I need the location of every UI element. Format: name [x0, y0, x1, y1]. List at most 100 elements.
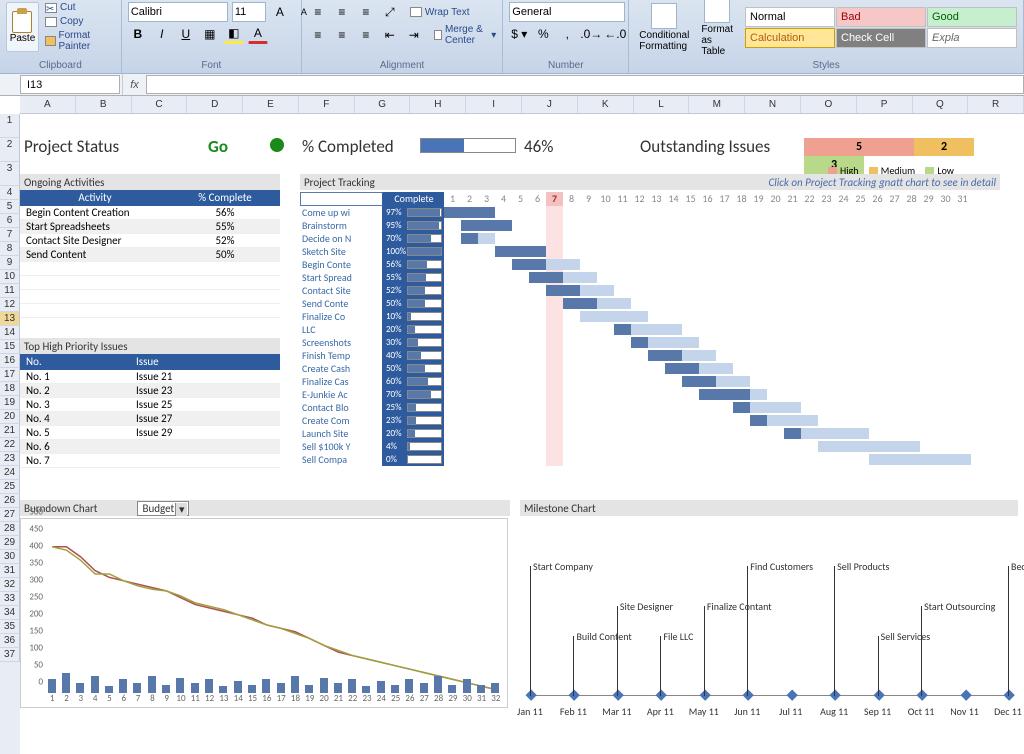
style-check-cell[interactable]: Check Cell: [836, 28, 926, 48]
dec-decimal-button[interactable]: ←.0: [605, 24, 625, 44]
font-size-input[interactable]: [232, 2, 266, 22]
gantt-row[interactable]: E-Junkie Ac70%: [300, 388, 1000, 401]
row-header[interactable]: 13: [0, 312, 20, 326]
gantt-row[interactable]: Come up wi97%: [300, 206, 1000, 219]
row-header[interactable]: 1: [0, 114, 20, 138]
row-header[interactable]: 23: [0, 452, 20, 466]
row-header[interactable]: 10: [0, 270, 20, 284]
formula-input[interactable]: [146, 75, 1024, 94]
row-header[interactable]: 18: [0, 382, 20, 396]
italic-button[interactable]: I: [152, 24, 172, 44]
col-header[interactable]: Q: [913, 96, 969, 113]
style-bad[interactable]: Bad: [836, 7, 926, 27]
burndown-chart[interactable]: 050100150200250300350400450500 123456789…: [20, 518, 508, 708]
format-painter-button[interactable]: Format Painter: [45, 30, 115, 52]
table-row[interactable]: Contact Site Designer52%: [20, 234, 280, 248]
row-header[interactable]: 28: [0, 522, 20, 536]
col-header[interactable]: M: [689, 96, 745, 113]
gantt-row[interactable]: Create Com23%: [300, 414, 1000, 427]
col-header[interactable]: N: [745, 96, 801, 113]
col-header[interactable]: B: [76, 96, 132, 113]
col-header[interactable]: E: [243, 96, 299, 113]
inc-decimal-button[interactable]: .0→: [581, 24, 601, 44]
gantt-row[interactable]: Start Spread55%: [300, 271, 1000, 284]
gantt-row[interactable]: Finalize Co10%: [300, 310, 1000, 323]
number-format-input[interactable]: [509, 2, 625, 22]
row-header[interactable]: 3: [0, 162, 20, 186]
style-good[interactable]: Good: [927, 7, 1017, 27]
row-header[interactable]: 25: [0, 480, 20, 494]
align-middle-button[interactable]: ≡: [332, 2, 352, 22]
gantt-row[interactable]: Finish Temp40%: [300, 349, 1000, 362]
worksheet[interactable]: ABCDEFGHIJKLMNOPQR 123456789101112131415…: [0, 96, 1024, 114]
col-header[interactable]: J: [522, 96, 578, 113]
align-left-button[interactable]: ≡: [308, 25, 328, 45]
table-row[interactable]: No. 3Issue 25: [20, 398, 280, 412]
gantt-row[interactable]: Create Cash50%: [300, 362, 1000, 375]
font-name-input[interactable]: [128, 2, 228, 22]
name-box[interactable]: I13: [20, 75, 120, 94]
merge-center-button[interactable]: Merge & Center ▾: [434, 24, 496, 46]
row-header[interactable]: 16: [0, 354, 20, 368]
row-header[interactable]: 36: [0, 634, 20, 648]
col-header[interactable]: A: [20, 96, 76, 113]
table-row[interactable]: Start Spreadsheets55%: [20, 220, 280, 234]
row-header[interactable]: 4: [0, 186, 20, 200]
row-header[interactable]: 20: [0, 410, 20, 424]
currency-button[interactable]: $ ▾: [509, 24, 529, 44]
row-header[interactable]: 21: [0, 424, 20, 438]
table-row[interactable]: No. 7: [20, 454, 280, 468]
milestone-chart[interactable]: Jan 11Feb 11Mar 11Apr 11May 11Jun 11Jul …: [520, 516, 1018, 724]
row-header[interactable]: 29: [0, 536, 20, 550]
align-bottom-button[interactable]: ≡: [356, 2, 376, 22]
copy-button[interactable]: Copy: [45, 16, 115, 27]
orientation-button[interactable]: ⤢: [380, 2, 400, 22]
col-header[interactable]: L: [634, 96, 690, 113]
underline-button[interactable]: U: [176, 24, 196, 44]
bold-button[interactable]: B: [128, 24, 148, 44]
col-header[interactable]: C: [132, 96, 188, 113]
col-header[interactable]: G: [355, 96, 411, 113]
row-header[interactable]: 27: [0, 508, 20, 522]
gantt-row[interactable]: Sell Compa0%: [300, 453, 1000, 466]
gantt-row[interactable]: Sketch Site100%: [300, 245, 1000, 258]
row-header[interactable]: 32: [0, 578, 20, 592]
row-header[interactable]: 5: [0, 200, 20, 214]
row-header[interactable]: 2: [0, 138, 20, 162]
table-row[interactable]: Begin Content Creation56%: [20, 206, 280, 220]
col-header[interactable]: D: [187, 96, 243, 113]
style-calculation[interactable]: Calculation: [745, 28, 835, 48]
font-color-button[interactable]: A: [248, 24, 268, 44]
gantt-row[interactable]: LLC20%: [300, 323, 1000, 336]
grow-font-button[interactable]: A: [270, 2, 290, 22]
gantt-row[interactable]: Finalize Cas60%: [300, 375, 1000, 388]
row-header[interactable]: 12: [0, 298, 20, 312]
col-header[interactable]: K: [578, 96, 634, 113]
wrap-text-button[interactable]: Wrap Text: [410, 7, 470, 18]
burndown-dropdown[interactable]: Budget▾: [137, 501, 189, 516]
row-header[interactable]: 24: [0, 466, 20, 480]
table-row[interactable]: No. 4Issue 27: [20, 412, 280, 426]
row-header[interactable]: 35: [0, 620, 20, 634]
gantt-row[interactable]: Contact Blo25%: [300, 401, 1000, 414]
row-header[interactable]: 9: [0, 256, 20, 270]
table-row[interactable]: No. 1Issue 21: [20, 370, 280, 384]
row-header[interactable]: 31: [0, 564, 20, 578]
col-header[interactable]: P: [857, 96, 913, 113]
row-header[interactable]: 7: [0, 228, 20, 242]
table-row[interactable]: No. 2Issue 23: [20, 384, 280, 398]
row-header[interactable]: 26: [0, 494, 20, 508]
gantt-row[interactable]: Contact Site52%: [300, 284, 1000, 297]
gantt-row[interactable]: Screenshots30%: [300, 336, 1000, 349]
format-as-table-button[interactable]: Format as Table: [697, 0, 737, 59]
table-row[interactable]: Send Content50%: [20, 248, 280, 262]
indent-dec-button[interactable]: ⇤: [380, 25, 400, 45]
gantt-row[interactable]: Sell $100k Y4%: [300, 440, 1000, 453]
gantt-row[interactable]: Brainstorm95%: [300, 219, 1000, 232]
gantt-row[interactable]: Launch Site20%: [300, 427, 1000, 440]
gantt-row[interactable]: Decide on N70%: [300, 232, 1000, 245]
paste-button[interactable]: Paste: [6, 2, 39, 52]
align-right-button[interactable]: ≡: [356, 25, 376, 45]
align-center-button[interactable]: ≡: [332, 25, 352, 45]
border-button[interactable]: ▦: [200, 24, 220, 44]
